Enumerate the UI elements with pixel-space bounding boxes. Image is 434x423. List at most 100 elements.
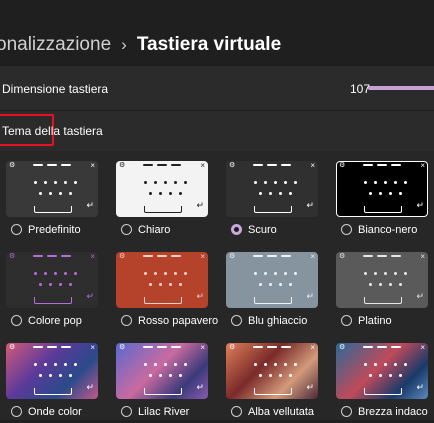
theme-radio[interactable] [231, 406, 242, 417]
close-icon: × [200, 161, 205, 170]
theme-preview[interactable]: ⚙ × ↵ [6, 252, 98, 308]
theme-preview[interactable]: ⚙ × ↵ [116, 161, 208, 217]
preview-spacebar [254, 206, 292, 213]
preview-key [69, 192, 72, 195]
preview-spacebar [144, 388, 182, 395]
preview-key [59, 283, 62, 286]
theme-radio[interactable] [341, 224, 352, 235]
preview-key [279, 192, 282, 195]
preview-key [399, 283, 402, 286]
gear-icon: ⚙ [229, 344, 236, 351]
preview-dash [157, 164, 167, 166]
preview-key [169, 192, 172, 195]
close-icon: × [420, 161, 425, 170]
preview-key [39, 283, 42, 286]
theme-radio[interactable] [121, 224, 132, 235]
enter-icon: ↵ [306, 382, 314, 392]
breadcrumb-parent[interactable]: onalizzazione [0, 34, 111, 55]
preview-dash [33, 255, 43, 257]
preview-key [49, 192, 52, 195]
preview-key [154, 272, 157, 275]
theme-radio[interactable] [231, 224, 242, 235]
theme-preview[interactable]: ⚙ × ↵ [336, 252, 428, 308]
gear-icon: ⚙ [119, 344, 126, 351]
preview-key [369, 283, 372, 286]
theme-name: Rosso papavero [138, 315, 219, 327]
preview-dash [253, 164, 263, 166]
preview-key [259, 374, 262, 377]
theme-preview[interactable]: ⚙ × ↵ [116, 252, 208, 308]
preview-key [384, 272, 387, 275]
preview-key [179, 283, 182, 286]
close-icon: × [310, 343, 315, 352]
preview-dash [171, 346, 181, 348]
preview-key [144, 181, 147, 184]
close-icon: × [420, 252, 425, 261]
theme-preview[interactable]: ⚙ × ↵ [116, 343, 208, 399]
breadcrumb-separator: › [121, 35, 127, 54]
preview-key [374, 272, 377, 275]
preview-key [369, 374, 372, 377]
enter-icon: ↵ [86, 200, 94, 210]
theme-radio[interactable] [341, 406, 352, 417]
preview-key [399, 374, 402, 377]
preview-key [284, 181, 287, 184]
theme-preview[interactable]: ⚙ × ↵ [226, 343, 318, 399]
preview-key [144, 272, 147, 275]
preview-key [64, 272, 67, 275]
theme-radio[interactable] [11, 315, 22, 326]
preview-key [74, 272, 77, 275]
preview-spacebar [364, 297, 402, 304]
preview-dash [47, 255, 57, 257]
theme-preview[interactable]: ⚙ × ↵ [226, 252, 318, 308]
preview-key [59, 192, 62, 195]
preview-key [379, 192, 382, 195]
theme-preview[interactable]: ⚙ × ↵ [226, 161, 318, 217]
keyboard-size-slider[interactable] [368, 86, 434, 90]
preview-spacebar [364, 206, 402, 213]
theme-name: Lilac River [138, 406, 190, 418]
preview-key [74, 363, 77, 366]
preview-key [144, 363, 147, 366]
preview-dash [391, 346, 401, 348]
preview-dash [267, 164, 277, 166]
theme-radio[interactable] [231, 315, 242, 326]
close-icon: × [200, 343, 205, 352]
preview-key [34, 363, 37, 366]
theme-radio[interactable] [11, 224, 22, 235]
theme-name: Brezza indaco [358, 406, 428, 418]
preview-key [259, 283, 262, 286]
gear-icon: ⚙ [9, 344, 16, 351]
preview-dash [363, 164, 373, 166]
theme-preview[interactable]: ⚙ × ↵ [6, 161, 98, 217]
preview-spacebar [34, 297, 72, 304]
enter-icon: ↵ [86, 382, 94, 392]
preview-dash [267, 346, 277, 348]
preview-dash [377, 255, 387, 257]
preview-key [379, 283, 382, 286]
theme-radio[interactable] [341, 315, 352, 326]
preview-dash [281, 164, 291, 166]
theme-radio[interactable] [121, 406, 132, 417]
preview-dash [253, 255, 263, 257]
enter-icon: ↵ [306, 200, 314, 210]
enter-icon: ↵ [86, 291, 94, 301]
preview-key [389, 374, 392, 377]
preview-key [294, 363, 297, 366]
preview-key [154, 181, 157, 184]
theme-radio[interactable] [11, 406, 22, 417]
theme-preview[interactable]: ⚙ × ↵ [336, 343, 428, 399]
preview-spacebar [144, 206, 182, 213]
preview-key [294, 181, 297, 184]
preview-key [394, 272, 397, 275]
preview-key [49, 374, 52, 377]
theme-preview[interactable]: ⚙ × ↵ [336, 161, 428, 217]
page-title: Tastiera virtuale [136, 34, 282, 55]
preview-key [274, 272, 277, 275]
preview-key [64, 363, 67, 366]
preview-key [179, 192, 182, 195]
theme-preview[interactable]: ⚙ × ↵ [6, 343, 98, 399]
theme-radio[interactable] [121, 315, 132, 326]
preview-key [294, 272, 297, 275]
preview-key [159, 374, 162, 377]
